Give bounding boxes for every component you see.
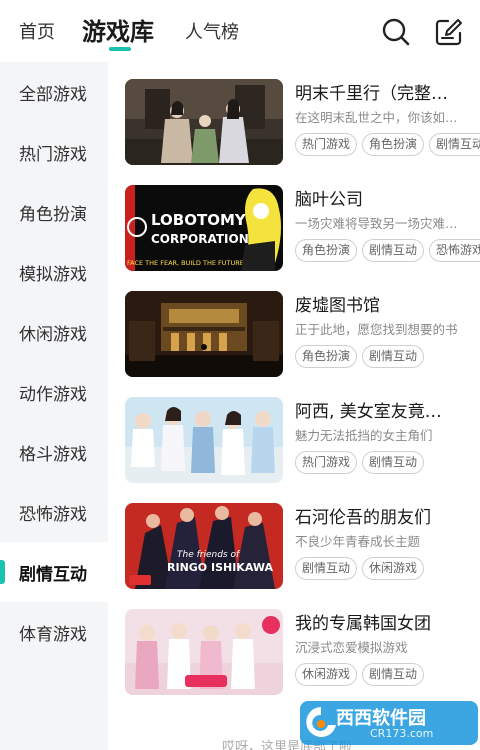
sidebar-item-rpg[interactable]: 角色扮演 — [0, 182, 108, 242]
game-tags: 角色扮演 剧情互动 — [295, 345, 480, 371]
game-description: 正于此地，愿您找到想要的书 — [295, 322, 458, 337]
search-icon[interactable] — [381, 17, 411, 47]
game-thumbnail: The friends of RINGO ISHIKAWA — [125, 503, 283, 589]
sidebar-item-label: 热门游戏 — [19, 145, 87, 165]
tag-chip[interactable]: 角色扮演 — [295, 345, 358, 368]
active-indicator — [0, 560, 5, 584]
tab-popularity-ranking[interactable]: 人气榜 — [185, 18, 239, 44]
game-description: 在这明末乱世之中，你该如… — [295, 110, 458, 125]
game-description: 不良少年青春成长主题 — [295, 534, 421, 549]
game-list-item[interactable]: 我的专属韩国女团 沉浸式恋爱模拟游戏 休闲游戏 剧情互动 — [125, 609, 480, 697]
game-title: 脑叶公司 — [295, 190, 363, 210]
sidebar-item-label: 格斗游戏 — [19, 445, 87, 465]
game-thumbnail — [125, 79, 283, 165]
game-title: 阿西, 美女室友竟… — [295, 402, 442, 422]
sidebar-item-label: 动作游戏 — [19, 385, 87, 405]
game-list-item[interactable]: 阿西, 美女室友竟… 魅力无法抵挡的女主角们 热门游戏 剧情互动 — [125, 397, 480, 485]
tag-chip[interactable]: 剧情互动 — [295, 557, 358, 580]
game-title: 石河伦吾的朋友们 — [295, 508, 431, 528]
thumb-tagline: FACE THE FEAR, BUILD THE FUTURE — [127, 259, 244, 267]
tag-chip[interactable]: 角色扮演 — [295, 239, 358, 262]
tab-home[interactable]: 首页 — [19, 18, 55, 44]
thumb-title-line2: CORPORATION — [151, 232, 249, 246]
tab-game-library[interactable]: 游戏库 — [82, 12, 154, 47]
thumb-title-line2: RINGO ISHIKAWA — [167, 561, 273, 574]
game-list-item[interactable]: The friends of RINGO ISHIKAWA 石河伦吾的朋友们 不… — [125, 503, 480, 591]
tag-chip[interactable]: 剧情互动 — [362, 451, 425, 474]
sidebar-item-label: 全部游戏 — [19, 85, 87, 105]
game-description: 一场灾难将导致另一场灾难… — [295, 216, 458, 231]
sidebar-item-simulation[interactable]: 模拟游戏 — [0, 242, 108, 302]
game-thumbnail — [125, 397, 283, 483]
sidebar-item-label: 恐怖游戏 — [19, 505, 87, 525]
sidebar-item-label: 休闲游戏 — [19, 325, 87, 345]
game-description: 沉浸式恋爱模拟游戏 — [295, 640, 408, 655]
tag-chip[interactable]: 恐怖游戏 — [429, 239, 480, 262]
game-list-item[interactable]: 明末千里行（完整… 在这明末乱世之中，你该如… 热门游戏 角色扮演 剧情互动 — [125, 79, 480, 167]
tag-chip[interactable]: 剧情互动 — [429, 133, 480, 156]
game-tags: 热门游戏 角色扮演 剧情互动 — [295, 133, 480, 159]
tag-chip[interactable]: 热门游戏 — [295, 133, 358, 156]
sidebar-item-label: 剧情互动 — [19, 565, 87, 585]
game-thumbnail: LOBOTOMY CORPORATION FACE THE FEAR, BUIL… — [125, 185, 283, 271]
game-title: 明末千里行（完整… — [295, 84, 448, 104]
tag-chip[interactable]: 休闲游戏 — [295, 663, 358, 686]
sidebar-item-fighting[interactable]: 格斗游戏 — [0, 422, 108, 482]
sidebar-item-horror[interactable]: 恐怖游戏 — [0, 482, 108, 542]
sidebar-item-story-interactive[interactable]: 剧情互动 — [0, 542, 108, 602]
edit-icon[interactable] — [434, 17, 464, 47]
game-tags: 剧情互动 休闲游戏 — [295, 557, 480, 583]
game-tags: 热门游戏 剧情互动 — [295, 451, 480, 477]
thumb-title-line1: LOBOTOMY — [151, 211, 247, 229]
game-tags: 角色扮演 剧情互动 恐怖游戏 — [295, 239, 480, 265]
game-list-item[interactable]: LOBOTOMY CORPORATION FACE THE FEAR, BUIL… — [125, 185, 480, 273]
watermark-url: CR173.com — [370, 727, 434, 740]
tag-chip[interactable]: 剧情互动 — [362, 345, 425, 368]
game-thumbnail — [125, 291, 283, 377]
game-title: 废墟图书馆 — [295, 296, 380, 316]
thumb-title-line1: The friends of — [177, 550, 241, 560]
game-thumbnail — [125, 609, 283, 695]
tag-chip[interactable]: 角色扮演 — [362, 133, 425, 156]
game-description: 魅力无法抵挡的女主角们 — [295, 428, 433, 443]
sidebar-item-label: 模拟游戏 — [19, 265, 87, 285]
game-list-item[interactable]: 废墟图书馆 正于此地，愿您找到想要的书 角色扮演 剧情互动 — [125, 291, 480, 379]
watermark-emblem-icon — [306, 707, 336, 737]
game-title: 我的专属韩国女团 — [295, 614, 431, 634]
sidebar-item-label: 角色扮演 — [19, 205, 87, 225]
game-tags: 休闲游戏 剧情互动 — [295, 663, 480, 689]
tag-chip[interactable]: 剧情互动 — [362, 239, 425, 262]
top-bar: 首页 游戏库 人气榜 — [0, 0, 480, 62]
sidebar-item-hot-games[interactable]: 热门游戏 — [0, 122, 108, 182]
category-sidebar: 全部游戏 热门游戏 角色扮演 模拟游戏 休闲游戏 动作游戏 格斗游戏 恐怖游戏 … — [0, 62, 108, 750]
tag-chip[interactable]: 休闲游戏 — [362, 557, 425, 580]
sidebar-item-all-games[interactable]: 全部游戏 — [0, 62, 108, 122]
active-tab-indicator — [109, 47, 131, 51]
watermark-logo: 西西软件园 CR173.com — [300, 701, 478, 745]
tag-chip[interactable]: 剧情互动 — [362, 663, 425, 686]
sidebar-item-casual[interactable]: 休闲游戏 — [0, 302, 108, 362]
tag-chip[interactable]: 热门游戏 — [295, 451, 358, 474]
sidebar-item-label: 体育游戏 — [19, 625, 87, 645]
sidebar-item-action[interactable]: 动作游戏 — [0, 362, 108, 422]
sidebar-item-sports[interactable]: 体育游戏 — [0, 602, 108, 662]
